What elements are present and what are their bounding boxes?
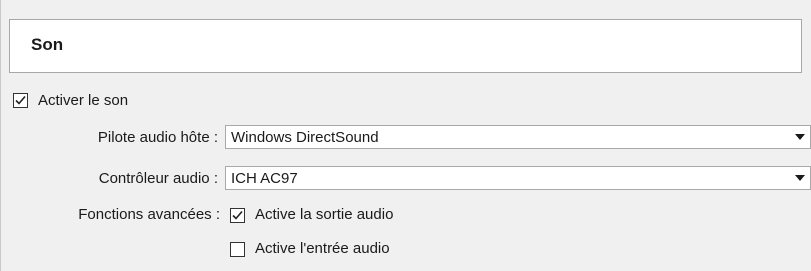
audio-controller-select[interactable]: ICH AC97 — [225, 166, 811, 190]
enable-sound-checkbox[interactable] — [13, 93, 28, 108]
audio-output-checkbox[interactable] — [230, 208, 245, 223]
host-driver-label: Pilote audio hôte : — [97, 129, 218, 146]
sound-settings-panel: Son Activer le son Pilote audio hôte : W… — [0, 0, 811, 271]
enable-sound-label[interactable]: Activer le son — [38, 92, 128, 109]
audio-output-label[interactable]: Active la sortie audio — [255, 206, 393, 223]
audio-input-label[interactable]: Active l'entrée audio — [255, 240, 390, 257]
host-driver-value: Windows DirectSound — [231, 129, 379, 146]
host-driver-select[interactable]: Windows DirectSound — [225, 125, 811, 149]
audio-input-checkbox[interactable] — [230, 242, 245, 257]
chevron-down-icon — [795, 175, 805, 181]
section-title: Son — [31, 35, 64, 54]
checkmark-icon — [15, 95, 26, 105]
checkmark-icon — [232, 210, 243, 220]
section-header: Son — [9, 19, 802, 73]
audio-controller-label: Contrôleur audio : — [98, 170, 218, 187]
advanced-features-label: Fonctions avancées : — [78, 206, 220, 223]
audio-controller-value: ICH AC97 — [231, 170, 298, 187]
chevron-down-icon — [795, 134, 805, 140]
